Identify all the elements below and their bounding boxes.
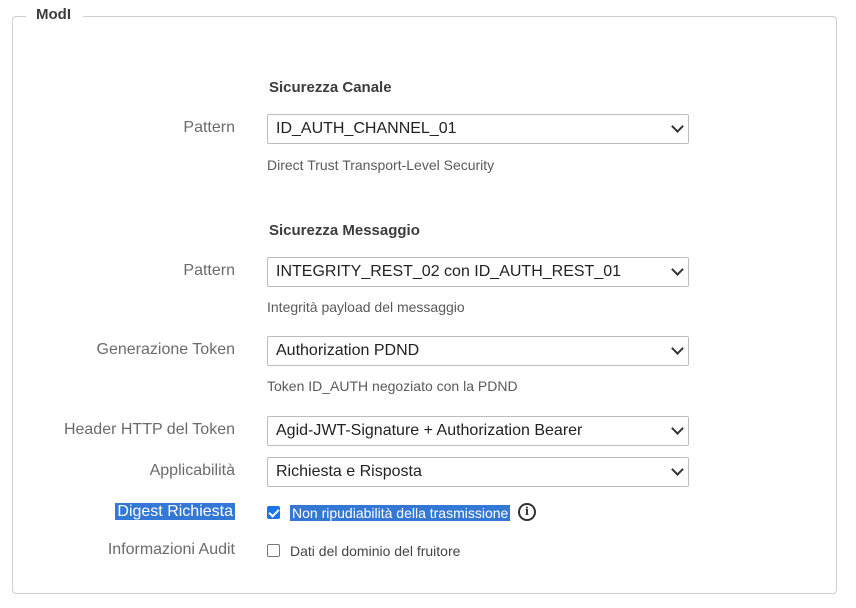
applicabilita-value: Richiesta e Risposta [276,463,422,480]
canale-pattern-value: ID_AUTH_CHANNEL_01 [276,120,457,137]
messaggio-pattern-label: Pattern [183,262,235,279]
digest-richiesta-label: Digest Richiesta [115,503,235,520]
applicabilita-label: Applicabilità [149,462,235,479]
messaggio-pattern-value: INTEGRITY_REST_02 con ID_AUTH_REST_01 [276,263,622,280]
section-title-sicurezza-messaggio: Sicurezza Messaggio [269,222,420,239]
fieldset-legend: ModI [26,6,83,23]
informazioni-audit-checkbox[interactable] [267,544,280,557]
generazione-token-value: Authorization PDND [276,342,420,359]
info-icon[interactable]: i [518,503,536,521]
informazioni-audit-label: Informazioni Audit [107,541,235,558]
informazioni-audit-checkbox-label[interactable]: Dati del dominio del fruitore [290,543,460,559]
messaggio-pattern-select[interactable]: INTEGRITY_REST_02 con ID_AUTH_REST_01 [267,257,689,287]
digest-richiesta-checkbox[interactable] [267,506,280,519]
applicabilita-select[interactable]: Richiesta e Risposta [267,457,689,487]
generazione-token-select[interactable]: Authorization PDND [267,336,689,366]
generazione-token-label: Generazione Token [96,341,235,358]
header-http-select[interactable]: Agid-JWT-Signature + Authorization Beare… [267,416,689,446]
canale-pattern-select[interactable]: ID_AUTH_CHANNEL_01 [267,114,689,144]
messaggio-pattern-hint: Integrità payload del messaggio [267,299,465,315]
chevron-down-icon [671,463,684,476]
chevron-down-icon [671,342,684,355]
generazione-token-hint: Token ID_AUTH negoziato con la PDND [267,378,518,394]
canale-pattern-hint: Direct Trust Transport-Level Security [267,157,495,173]
section-title-sicurezza-canale: Sicurezza Canale [269,79,392,96]
digest-richiesta-checkbox-label[interactable]: Non ripudiabilità della trasmissione [290,505,511,521]
chevron-down-icon [671,120,684,133]
chevron-down-icon [671,422,684,435]
header-http-value: Agid-JWT-Signature + Authorization Beare… [276,422,583,439]
header-http-label: Header HTTP del Token [63,421,235,438]
chevron-down-icon [671,263,684,276]
canale-pattern-label: Pattern [183,119,235,136]
